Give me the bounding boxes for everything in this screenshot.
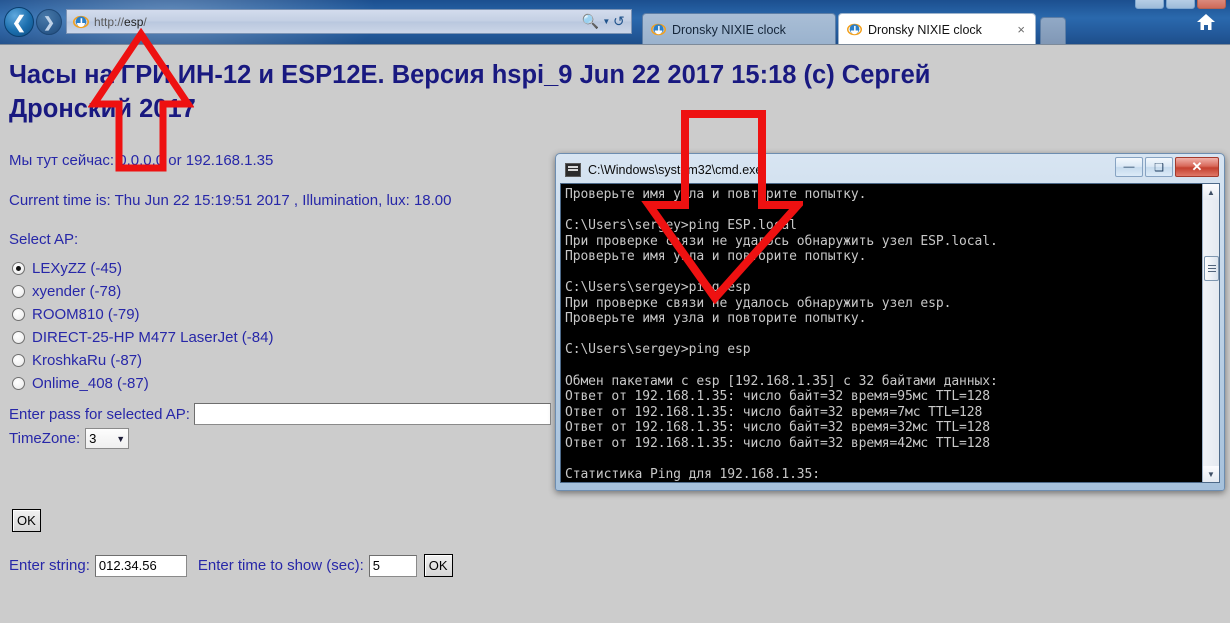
forward-button[interactable]: ❯ xyxy=(36,9,62,35)
ap-label: Onlime_408 (-87) xyxy=(32,374,149,392)
radio-icon[interactable] xyxy=(12,376,25,390)
cmd-title: C:\Windows\system32\cmd.exe xyxy=(588,163,763,177)
address-bar[interactable]: http://esp/ 🔍 ▼ ↻ xyxy=(66,9,632,34)
new-tab-button[interactable] xyxy=(1040,17,1066,45)
string-input[interactable] xyxy=(94,554,187,577)
tab-dronsky-nixie-clock-2[interactable]: Dronsky NIXIE clock × xyxy=(838,13,1036,45)
string-row: Enter string: Enter time to show (sec): … xyxy=(9,554,453,577)
password-label: Enter pass for selected AP: xyxy=(9,405,190,423)
minimize-button[interactable] xyxy=(1135,0,1164,9)
back-button[interactable]: ❮ xyxy=(4,7,34,37)
close-icon[interactable]: × xyxy=(1015,23,1027,36)
radio-icon[interactable] xyxy=(12,261,25,275)
cmd-close-button[interactable]: ✕ xyxy=(1175,157,1219,177)
chevron-down-icon: ▼ xyxy=(116,433,126,444)
tab-dronsky-nixie-clock-1[interactable]: Dronsky NIXIE clock xyxy=(642,13,836,45)
tab-label: Dronsky NIXIE clock xyxy=(868,22,982,37)
browser-chrome: ❮ ❯ http://esp/ 🔍 ▼ ↻ Dronsky NIXIE cloc… xyxy=(0,0,1230,45)
ap-option-onlime-408[interactable]: Onlime_408 (-87) xyxy=(12,373,273,393)
screen: ❮ ❯ http://esp/ 🔍 ▼ ↻ Dronsky NIXIE cloc… xyxy=(0,0,1230,623)
select-ap-label: Select AP: xyxy=(9,231,79,248)
ap-option-room810[interactable]: ROOM810 (-79) xyxy=(12,304,273,324)
ok-button[interactable]: OK xyxy=(12,509,41,532)
ok-button-inline[interactable]: OK xyxy=(423,554,453,577)
ap-label: DIRECT-25-HP M477 LaserJet (-84) xyxy=(32,328,274,346)
ap-option-direct-25-hp[interactable]: DIRECT-25-HP M477 LaserJet (-84) xyxy=(12,327,273,347)
url-text: http://esp/ xyxy=(94,14,147,29)
current-address-line: Мы тут сейчас: 0.0.0.0 or 192.168.1.35 xyxy=(9,152,274,169)
home-icon[interactable] xyxy=(1196,13,1216,31)
string-label: Enter string: xyxy=(9,557,90,574)
scroll-down-icon[interactable]: ▼ xyxy=(1203,466,1219,482)
internet-explorer-icon xyxy=(651,22,666,37)
console-output: Проверьте имя узла и повторите попытку. … xyxy=(565,187,998,482)
internet-explorer-icon xyxy=(73,14,89,30)
search-icon[interactable]: 🔍 xyxy=(582,13,599,30)
cmd-scrollbar[interactable]: ▲ ▼ xyxy=(1202,184,1219,482)
ap-label: xyender (-78) xyxy=(32,282,122,300)
ap-label: KroshkaRu (-87) xyxy=(32,351,143,369)
ap-option-lexyzz[interactable]: LEXyZZ (-45) xyxy=(12,258,273,278)
window-controls xyxy=(1135,0,1226,9)
radio-icon[interactable] xyxy=(12,307,25,321)
page-title: Часы на ГРИ ИН-12 и ESP12E. Версия hspi_… xyxy=(9,61,931,123)
ap-label: ROOM810 (-79) xyxy=(32,305,140,323)
maximize-button[interactable] xyxy=(1166,0,1195,9)
scroll-up-icon[interactable]: ▲ xyxy=(1203,184,1219,200)
scrollbar-thumb[interactable] xyxy=(1204,256,1219,281)
cmd-window[interactable]: C:\Windows\system32\cmd.exe — ❑ ✕ Провер… xyxy=(555,153,1225,491)
cmd-window-controls: — ❑ ✕ xyxy=(1115,157,1219,177)
scrollbar-grip-icon xyxy=(1207,265,1216,272)
ap-option-kroshkaru[interactable]: KroshkaRu (-87) xyxy=(12,350,273,370)
ap-option-xyender[interactable]: xyender (-78) xyxy=(12,281,273,301)
internet-explorer-icon xyxy=(847,22,862,37)
timezone-value: 3 xyxy=(89,431,97,446)
timezone-row: TimeZone: 3 ▼ xyxy=(9,428,130,449)
cmd-maximize-button[interactable]: ❑ xyxy=(1145,157,1173,177)
current-time-line: Current time is: Thu Jun 22 15:19:51 201… xyxy=(9,192,452,209)
cmd-minimize-button[interactable]: — xyxy=(1115,157,1143,177)
forward-arrow-icon: ❯ xyxy=(43,14,55,30)
address-bar-buttons: 🔍 ▼ ↻ xyxy=(582,13,627,30)
timezone-label: TimeZone: xyxy=(9,430,81,447)
access-point-list: LEXyZZ (-45) xyender (-78) ROOM810 (-79)… xyxy=(12,258,273,396)
radio-icon[interactable] xyxy=(12,353,25,367)
cmd-titlebar[interactable]: C:\Windows\system32\cmd.exe — ❑ ✕ xyxy=(559,157,1221,183)
password-row: Enter pass for selected AP: xyxy=(9,403,551,425)
radio-icon[interactable] xyxy=(12,330,25,344)
close-button[interactable] xyxy=(1197,0,1226,9)
ap-label: LEXyZZ (-45) xyxy=(32,259,123,277)
tab-label: Dronsky NIXIE clock xyxy=(672,22,786,37)
password-input[interactable] xyxy=(193,403,551,425)
timezone-select[interactable]: 3 ▼ xyxy=(85,428,130,449)
cmd-body: Проверьте имя узла и повторите попытку. … xyxy=(560,183,1220,483)
refresh-icon[interactable]: ↻ xyxy=(613,13,625,30)
back-arrow-icon: ❮ xyxy=(11,12,27,32)
radio-icon[interactable] xyxy=(12,284,25,298)
console-icon xyxy=(565,163,581,177)
time-to-show-label: Enter time to show (sec): xyxy=(197,557,364,574)
chevron-down-icon[interactable]: ▼ xyxy=(602,17,610,26)
time-to-show-input[interactable] xyxy=(368,554,417,577)
